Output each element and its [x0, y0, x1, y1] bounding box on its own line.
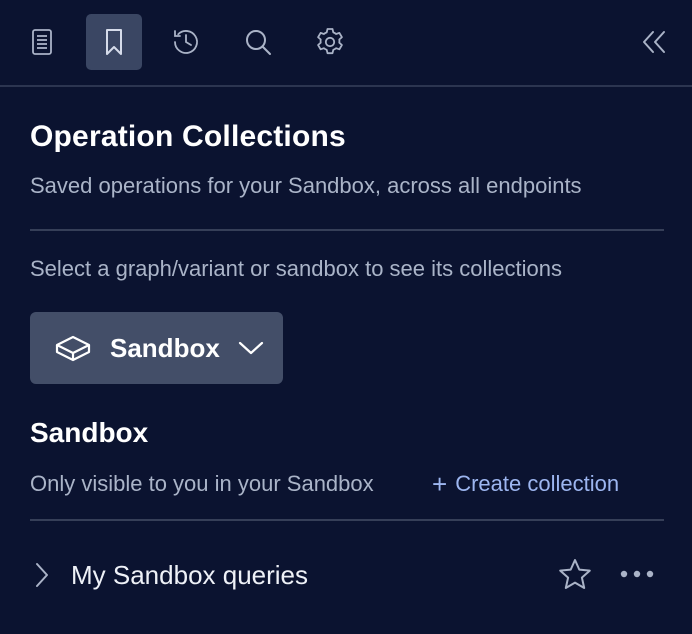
collection-row[interactable]: My Sandbox queries: [30, 546, 664, 606]
settings-tab[interactable]: [302, 14, 358, 70]
star-icon[interactable]: [557, 557, 593, 593]
bookmark-icon: [106, 29, 122, 55]
docs-tab[interactable]: [14, 14, 70, 70]
create-collection-label: Create collection: [455, 471, 620, 496]
plus-icon: +: [432, 469, 448, 499]
chevron-right-icon[interactable]: [32, 560, 52, 590]
section-subtitle: Only visible to you in your Sandbox: [30, 471, 374, 496]
more-options-icon[interactable]: [618, 562, 656, 586]
collection-name: My Sandbox queries: [71, 560, 309, 590]
collections-panel: Operation Collections Saved operations f…: [0, 0, 692, 634]
page-title: Operation Collections: [30, 120, 346, 153]
divider: [30, 519, 664, 521]
chevron-down-icon: [238, 341, 264, 355]
sandbox-cube-icon: [55, 335, 91, 362]
double-chevron-left-icon: [643, 31, 665, 53]
collapse-panel-button[interactable]: [634, 22, 674, 62]
divider: [30, 229, 664, 231]
create-collection-link[interactable]: + Create collection: [432, 471, 619, 497]
gear-icon: [317, 28, 343, 55]
dropdown-selected-value: Sandbox: [110, 333, 220, 363]
collections-tab[interactable]: [86, 14, 142, 70]
history-tab[interactable]: [158, 14, 214, 70]
search-icon: [246, 30, 271, 55]
page-subtitle: Saved operations for your Sandbox, acros…: [30, 173, 582, 198]
search-tab[interactable]: [230, 14, 286, 70]
history-icon: [174, 30, 198, 54]
selector-hint: Select a graph/variant or sandbox to see…: [30, 256, 562, 281]
panel-toolbar: [0, 0, 692, 87]
section-title: Sandbox: [30, 417, 149, 448]
document-icon: [32, 29, 52, 55]
graph-variant-dropdown[interactable]: Sandbox: [30, 312, 283, 384]
